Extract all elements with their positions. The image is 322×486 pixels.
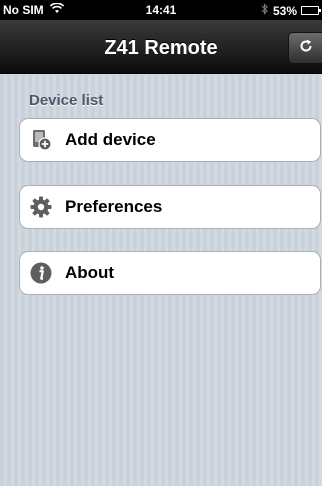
status-right: 53% <box>261 3 321 18</box>
info-icon <box>30 262 52 284</box>
main-content: Device list Add device Preferences About <box>0 75 322 486</box>
add-device-label: Add device <box>65 130 156 149</box>
page-title: Z41 Remote <box>104 37 218 59</box>
battery-icon <box>301 6 321 15</box>
refresh-button[interactable] <box>288 32 322 64</box>
navigation-bar: Z41 Remote <box>0 20 322 74</box>
add-device-icon <box>30 129 52 151</box>
battery-percent: 53% <box>272 3 297 18</box>
refresh-icon <box>299 39 313 58</box>
status-bar: No SIM 14:41 53% <box>0 0 322 20</box>
preferences-label: Preferences <box>65 197 163 216</box>
add-device-item[interactable]: Add device <box>19 118 321 162</box>
bluetooth-icon <box>261 3 268 18</box>
about-label: About <box>65 263 115 282</box>
about-item[interactable]: About <box>19 251 321 295</box>
preferences-item[interactable]: Preferences <box>19 185 321 229</box>
gear-icon <box>30 196 52 218</box>
section-header-device-list: Device list <box>29 92 104 109</box>
